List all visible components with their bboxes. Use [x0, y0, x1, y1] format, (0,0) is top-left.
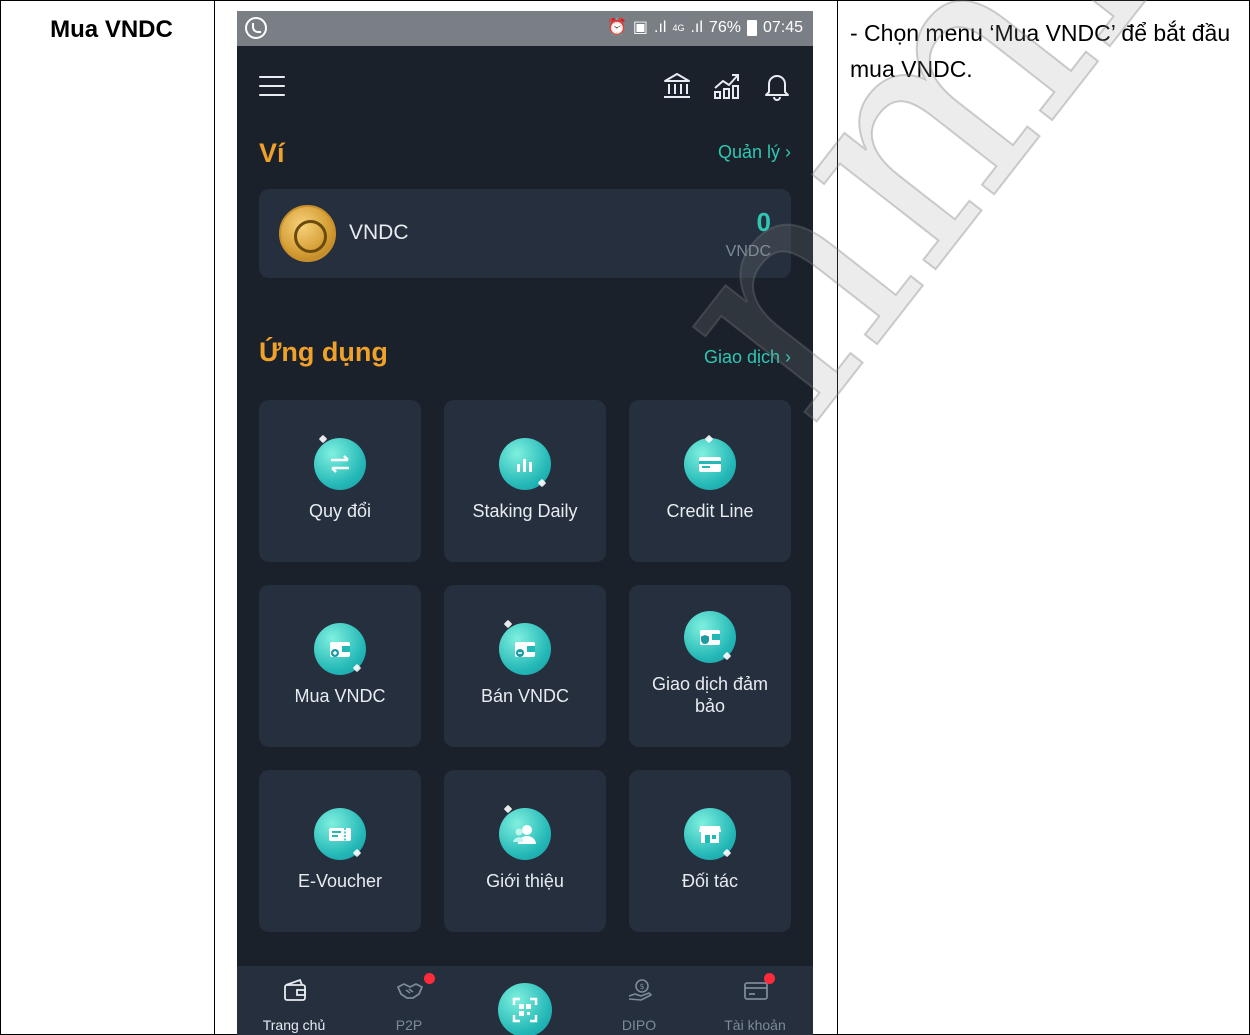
tile-giao-dich-dam-bao[interactable]: Giao dịch đảm bảo — [629, 585, 791, 747]
exchange-icon — [314, 434, 366, 490]
notification-dot — [764, 973, 775, 984]
wallet-plus-icon — [314, 623, 366, 675]
tile-gioi-thieu[interactable]: Giới thiệu — [444, 770, 606, 932]
tile-label: Đối tác — [681, 871, 739, 891]
qr-scan-icon — [512, 997, 538, 1023]
ticket-icon — [314, 808, 366, 860]
alarm-icon: ⏰ — [606, 19, 627, 36]
nav-p2p[interactable]: P2P — [359, 966, 459, 1035]
manage-wallet-link[interactable]: Quản lý › — [718, 142, 791, 163]
money-hand-icon: $ — [628, 979, 652, 1001]
table-divider — [837, 1, 838, 1034]
nav-label: Trang chủ — [262, 1017, 326, 1033]
nav-tai-khoan[interactable]: Tài khoản — [705, 966, 805, 1035]
nav-label: DIPO — [621, 1017, 657, 1033]
wallet-card-vndc[interactable]: VNDC 0 VNDC — [259, 189, 791, 278]
shield-wallet-icon — [684, 611, 736, 663]
tile-label: Bán VNDC — [480, 686, 570, 706]
qr-scan-button[interactable] — [498, 983, 552, 1035]
nav-label: P2P — [395, 1017, 423, 1033]
tile-label: Giới thiệu — [486, 871, 564, 891]
tile-quy-doi[interactable]: Quy đổi — [259, 400, 421, 562]
tile-label: Quy đổi — [308, 501, 372, 521]
tile-e-voucher[interactable]: E-Voucher — [259, 770, 421, 932]
viber-icon — [245, 17, 267, 39]
wallet-balance: 0 — [756, 207, 771, 237]
tile-credit-line[interactable]: Credit Line — [629, 400, 791, 562]
status-bar: ⏰ ▣ .ıl 4G .ıl 76% 07:45 — [237, 11, 813, 46]
tile-label: Credit Line — [666, 501, 754, 521]
status-time: 07:45 — [762, 19, 803, 36]
nav-label: Tài khoản — [724, 1017, 786, 1033]
wallet-section-title: Ví — [259, 138, 285, 168]
signal-icon: .ıl — [654, 19, 667, 36]
battery-icon — [746, 20, 757, 36]
tile-label: E-Voucher — [297, 871, 383, 891]
sim-icon: ▣ — [632, 19, 648, 36]
bank-icon[interactable] — [661, 70, 693, 102]
network-type: 4G — [672, 23, 685, 33]
tile-mua-vndc[interactable]: Mua VNDC — [259, 585, 421, 747]
bell-icon[interactable] — [761, 70, 793, 102]
step-description: - Chọn menu ‘Mua VNDC’ để bắt đầu mua VN… — [850, 20, 1231, 82]
menu-icon[interactable] — [259, 76, 285, 96]
tile-label: Giao dịch đảm bảo — [651, 674, 769, 716]
wallet-unit: VNDC — [725, 243, 771, 260]
credit-card-icon — [684, 434, 736, 490]
wallet-minus-icon — [499, 619, 551, 675]
tile-staking-daily[interactable]: Staking Daily — [444, 400, 606, 562]
app-header — [237, 46, 813, 126]
nav-dipo[interactable]: $ DIPO — [589, 966, 689, 1035]
step-title: Mua VNDC — [50, 16, 173, 43]
phone-screenshot: ⏰ ▣ .ıl 4G .ıl 76% 07:45 Ví Quản lý › VN… — [237, 11, 813, 1035]
bottom-navigation: Trang chủ P2P $ DIPO Tài khoản — [237, 966, 813, 1035]
table-divider — [214, 1, 215, 1034]
wallet-name: VNDC — [349, 221, 409, 244]
chart-growth-icon[interactable] — [711, 70, 743, 102]
battery-percent: 76% — [708, 19, 741, 36]
svg-text:$: $ — [639, 982, 644, 991]
signal-icon: .ıl — [690, 19, 703, 36]
referral-icon — [499, 804, 551, 860]
tile-doi-tac[interactable]: Đối tác — [629, 770, 791, 932]
wallet-icon — [284, 978, 306, 1001]
bar-chart-icon — [499, 438, 551, 490]
store-icon — [684, 808, 736, 860]
handshake-icon — [397, 983, 423, 999]
tile-label: Staking Daily — [472, 501, 578, 521]
transactions-link[interactable]: Giao dịch › — [704, 347, 791, 368]
tile-ban-vndc[interactable]: Bán VNDC — [444, 585, 606, 747]
apps-section-title: Ứng dụng — [259, 337, 388, 367]
nav-trang-chu[interactable]: Trang chủ — [244, 966, 344, 1035]
tile-label: Mua VNDC — [294, 686, 386, 706]
vndc-coin-icon — [279, 205, 336, 262]
notification-dot — [424, 973, 435, 984]
